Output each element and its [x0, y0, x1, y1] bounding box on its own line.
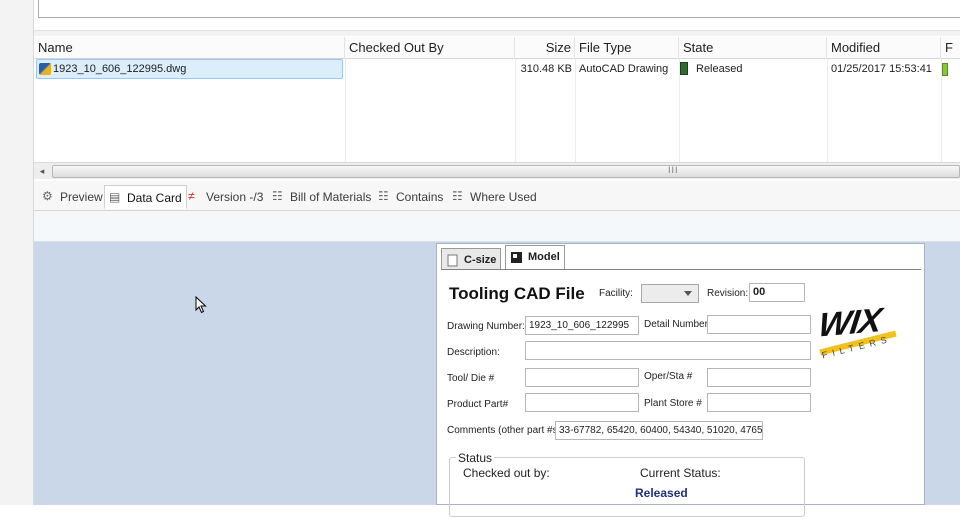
oper-sta-field[interactable]: [707, 368, 811, 387]
chevron-down-icon: [684, 291, 692, 296]
tool-die-field[interactable]: [525, 368, 639, 387]
scroll-grip-icon: III: [668, 165, 679, 175]
detail-number-label: Detail Number:: [644, 319, 711, 330]
drawing-number-field[interactable]: 1923_10_606_122995: [525, 316, 639, 335]
column-header-modified[interactable]: Modified: [827, 37, 941, 59]
tab-where-used[interactable]: ☷ Where Used: [448, 185, 541, 209]
column-header-extra[interactable]: F: [941, 37, 960, 59]
toolbar-band: [34, 211, 960, 242]
product-part-label: Product Part#: [447, 399, 509, 410]
bom-icon: ☷: [272, 189, 283, 203]
tab-bill-of-materials[interactable]: ☷ Bill of Materials: [268, 185, 375, 209]
card-tab-label: Model: [528, 251, 560, 263]
column-header-size[interactable]: Size: [515, 37, 575, 59]
tab-label: Version -/3: [206, 190, 264, 204]
comments-field[interactable]: 33-67782, 65420, 60400, 54340, 51020, 47…: [555, 421, 763, 440]
card-tab-label: C-size: [464, 254, 497, 266]
description-label: Description:: [447, 347, 500, 358]
version-icon: ≠: [188, 189, 195, 203]
preview-icon: ⚙: [42, 189, 53, 203]
status-indicator-icon: [942, 63, 948, 76]
tab-label: Contains: [396, 190, 444, 204]
modified-cell: 01/25/2017 15:53:41: [831, 63, 932, 75]
current-status-label: Current Status:: [640, 466, 721, 480]
description-field[interactable]: [525, 341, 811, 360]
card-tab-c-size[interactable]: C-size: [441, 248, 502, 270]
state-cell: Released: [680, 59, 826, 79]
tab-preview[interactable]: ⚙ Preview: [38, 185, 107, 209]
column-header-name[interactable]: Name: [34, 37, 345, 59]
product-part-field[interactable]: [525, 393, 639, 412]
card-tab-model[interactable]: Model: [505, 245, 565, 270]
dwg-file-icon: [39, 63, 51, 75]
scroll-left-arrow-icon[interactable]: ◂: [36, 165, 48, 177]
preview-tab-bar: ⚙ Preview ▤ Data Card ≠ Version -/3 ☷ Bi…: [34, 181, 960, 211]
comments-label: Comments (other part #s): [447, 425, 561, 436]
file-name-cell[interactable]: 1923_10_606_122995.dwg: [36, 59, 343, 79]
file-type-cell: AutoCAD Drawing: [579, 63, 669, 75]
file-list: Name Checked Out By Size File Type State…: [34, 37, 960, 163]
mouse-cursor-icon: [195, 296, 207, 314]
checked-out-by-cell: [345, 59, 515, 79]
column-header-checked-out-by[interactable]: Checked Out By: [345, 37, 515, 59]
checked-out-by-label: Checked out by:: [463, 466, 550, 480]
current-status-value: Released: [635, 486, 688, 500]
file-size-cell: 310.48 KB: [520, 63, 572, 75]
contains-icon: ☷: [378, 189, 389, 203]
status-group: Status Checked out by: Current Status: R…: [449, 451, 805, 517]
tab-label: Where Used: [470, 190, 537, 204]
file-name: 1923_10_606_122995.dwg: [53, 63, 187, 75]
table-row[interactable]: 1923_10_606_122995.dwg 310.48 KB AutoCAD…: [34, 59, 960, 79]
card-title: Tooling CAD File: [449, 284, 585, 303]
splitter-top[interactable]: [34, 30, 960, 36]
where-used-icon: ☷: [452, 189, 463, 203]
detail-number-field[interactable]: [707, 315, 811, 334]
wix-filters-logo: WIX FILTERS: [816, 301, 903, 372]
oper-sta-label: Oper/Sta #: [644, 371, 693, 382]
data-card: C-size Model Tooling CAD File Facility: …: [436, 243, 925, 517]
column-header-state[interactable]: State: [679, 37, 827, 59]
scroll-thumb[interactable]: III: [52, 165, 960, 178]
data-card-icon: ▤: [109, 190, 121, 204]
tab-version[interactable]: ≠ Version -/3: [184, 185, 267, 209]
revision-field[interactable]: 00: [749, 283, 805, 302]
tab-contains[interactable]: ☷ Contains: [374, 185, 447, 209]
drawing-number-label: Drawing Number:: [447, 321, 525, 332]
left-gutter: [0, 0, 34, 505]
plant-store-field[interactable]: [707, 393, 811, 412]
facility-label: Facility:: [599, 288, 633, 299]
tool-die-label: Tool/ Die #: [447, 373, 495, 384]
plant-store-label: Plant Store #: [644, 398, 702, 409]
column-header-row: Name Checked Out By Size File Type State…: [34, 37, 960, 59]
released-state-icon: [680, 62, 688, 75]
sheet-icon: [447, 254, 458, 267]
card-tab-underline: [441, 269, 921, 270]
facility-select[interactable]: [641, 284, 699, 303]
horizontal-scrollbar[interactable]: ◂ III: [34, 162, 960, 179]
state-text: Released: [696, 63, 743, 75]
search-box[interactable]: [38, 0, 960, 18]
tab-label: Data Card: [127, 191, 182, 205]
tab-label: Preview: [60, 190, 103, 204]
tab-data-card[interactable]: ▤ Data Card: [104, 185, 187, 209]
revision-label: Revision:: [707, 288, 749, 299]
model-icon: [511, 252, 522, 263]
status-legend: Status: [456, 451, 495, 465]
tab-label: Bill of Materials: [290, 190, 372, 204]
column-header-file-type[interactable]: File Type: [575, 37, 679, 59]
